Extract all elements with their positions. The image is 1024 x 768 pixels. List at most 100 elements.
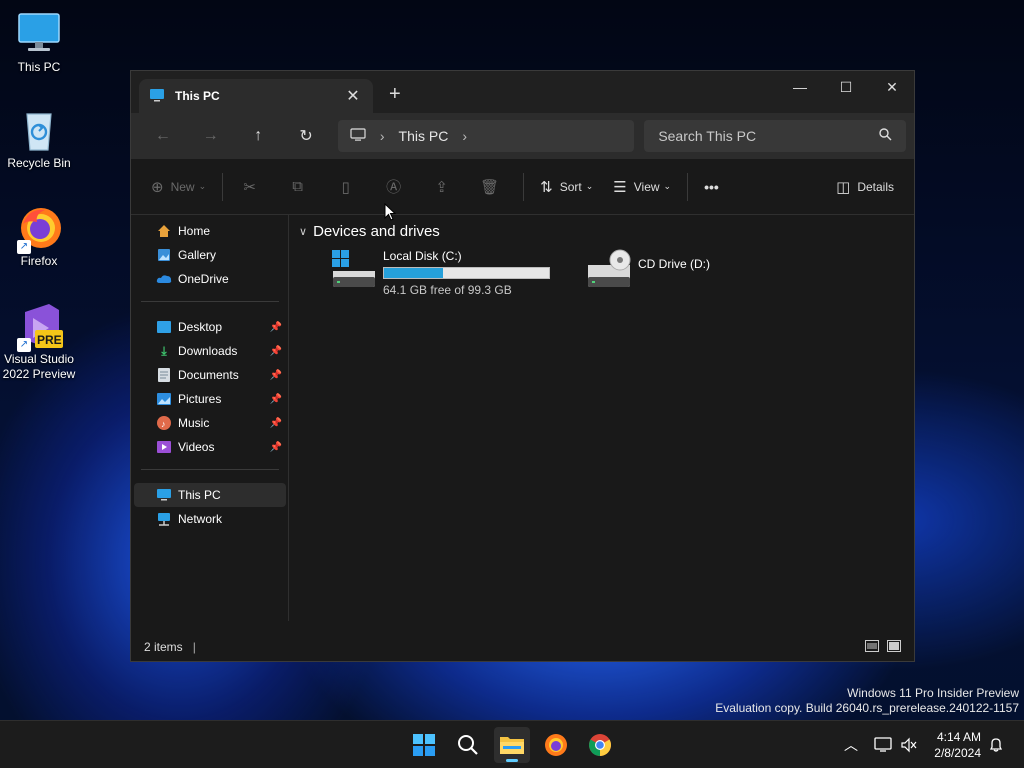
minimize-button[interactable]: — bbox=[777, 71, 823, 103]
windows-logo-icon bbox=[413, 734, 435, 756]
preview-badge: PRE bbox=[37, 333, 62, 347]
sidebar-item-network[interactable]: Network bbox=[134, 507, 286, 531]
clock[interactable]: 4:14 AM 2/8/2024 bbox=[934, 729, 981, 761]
cut-button[interactable]: ✂ bbox=[229, 171, 277, 203]
back-button[interactable]: ← bbox=[139, 120, 187, 152]
desktop-icon-label: Recycle Bin bbox=[7, 156, 71, 170]
drive-item-c[interactable]: Local Disk (C:) 64.1 GB free of 99.3 GB bbox=[331, 249, 550, 297]
desktop-icon-visual-studio[interactable]: PRE ↗ Visual Studio 2022 Preview bbox=[0, 302, 78, 382]
pin-icon[interactable]: 📌 bbox=[270, 418, 282, 429]
pin-icon[interactable]: 📌 bbox=[270, 346, 282, 357]
plus-circle-icon: ⊕ bbox=[151, 178, 164, 196]
chevron-down-icon: ⌄ bbox=[663, 181, 672, 191]
drive-item-d[interactable]: CD Drive (D:) bbox=[586, 249, 710, 289]
pin-icon[interactable]: 📌 bbox=[270, 394, 282, 405]
firefox-icon bbox=[545, 734, 567, 756]
desktop-icon-firefox[interactable]: ↗ Firefox bbox=[0, 204, 78, 269]
sidebar-item-desktop[interactable]: Desktop 📌 bbox=[134, 315, 286, 339]
search-input[interactable]: Search This PC bbox=[644, 120, 906, 152]
tab-close-icon[interactable]: ✕ bbox=[343, 86, 363, 106]
taskbar-firefox[interactable] bbox=[538, 727, 574, 763]
sidebar-item-videos[interactable]: Videos 📌 bbox=[134, 435, 286, 459]
onedrive-icon bbox=[156, 271, 172, 287]
tab-this-pc[interactable]: This PC ✕ bbox=[139, 79, 373, 113]
clock-date: 2/8/2024 bbox=[934, 746, 981, 760]
command-bar: ⊕ New ⌄ ✂ ⧉ ▯ Ⓐ ⇪ 🗑 ⇅ Sort ⌄ ☰ View ⌄ ••… bbox=[131, 159, 914, 215]
rename-icon: Ⓐ bbox=[386, 179, 402, 196]
network-tray-icon[interactable] bbox=[874, 721, 892, 768]
clipboard-icon: ▯ bbox=[341, 178, 350, 196]
sidebar-item-gallery[interactable]: Gallery bbox=[134, 243, 286, 267]
chevron-up-icon: ︿ bbox=[844, 737, 858, 753]
pin-icon[interactable]: 📌 bbox=[270, 442, 282, 453]
tiles-view-icon[interactable] bbox=[887, 639, 901, 655]
watermark-line1: Windows 11 Pro Insider Preview bbox=[847, 686, 1019, 700]
divider bbox=[141, 301, 279, 302]
desktop-folder-icon bbox=[156, 319, 172, 335]
maximize-button[interactable]: ☐ bbox=[823, 71, 869, 103]
chevron-down-icon: ⌄ bbox=[585, 181, 594, 191]
item-count: 2 items bbox=[144, 640, 183, 654]
close-button[interactable]: ✕ bbox=[869, 71, 915, 103]
sidebar-item-music[interactable]: ♪ Music 📌 bbox=[134, 411, 286, 435]
copy-button[interactable]: ⧉ bbox=[277, 171, 325, 203]
forward-button[interactable]: → bbox=[187, 120, 235, 152]
bell-icon bbox=[989, 738, 1003, 752]
volume-muted-icon[interactable] bbox=[900, 721, 918, 768]
sidebar-item-documents[interactable]: Documents 📌 bbox=[134, 363, 286, 387]
sidebar-item-this-pc[interactable]: This PC bbox=[134, 483, 286, 507]
watermark-line2: Evaluation copy. Build 26040.rs_prerelea… bbox=[715, 701, 1019, 715]
new-button[interactable]: ⊕ New ⌄ bbox=[141, 171, 216, 203]
chevron-down-icon: ∨ bbox=[299, 226, 308, 238]
show-hidden-icons-button[interactable]: ︿ bbox=[844, 721, 858, 768]
taskbar-file-explorer[interactable] bbox=[494, 727, 530, 763]
refresh-button[interactable]: ↻ bbox=[282, 120, 330, 152]
more-options-button[interactable]: ••• bbox=[694, 171, 729, 203]
copy-icon: ⧉ bbox=[292, 178, 303, 195]
sidebar-item-home[interactable]: Home bbox=[134, 219, 286, 243]
view-button[interactable]: ☰ View ⌄ bbox=[603, 171, 681, 203]
address-bar[interactable]: › This PC › bbox=[337, 120, 635, 152]
desktop-icon-recycle-bin[interactable]: Recycle Bin bbox=[0, 106, 78, 171]
shortcut-arrow-icon: ↗ bbox=[17, 338, 31, 352]
desktop-icon-label: This PC bbox=[17, 60, 61, 74]
sort-button[interactable]: ⇅ Sort ⌄ bbox=[530, 171, 603, 203]
cd-drive-icon bbox=[586, 249, 632, 289]
tab-title: This PC bbox=[175, 89, 220, 103]
sort-label: Sort bbox=[559, 179, 582, 194]
breadcrumb-this-pc[interactable]: This PC bbox=[399, 128, 449, 144]
sidebar-item-label: Downloads bbox=[178, 344, 238, 358]
breadcrumb-chevron-icon[interactable]: › bbox=[380, 128, 385, 144]
search-button[interactable] bbox=[450, 727, 486, 763]
desktop-icon-this-pc[interactable]: This PC bbox=[0, 10, 78, 75]
taskbar-chrome[interactable] bbox=[582, 727, 618, 763]
sidebar-item-label: Home bbox=[178, 224, 211, 238]
share-button[interactable]: ⇪ bbox=[421, 171, 469, 203]
paste-button[interactable]: ▯ bbox=[325, 171, 373, 203]
drive-usage-bar bbox=[383, 267, 550, 279]
trash-icon: 🗑 bbox=[480, 178, 500, 196]
divider bbox=[687, 172, 689, 201]
details-view-icon[interactable] bbox=[865, 639, 879, 655]
monitor-icon bbox=[350, 127, 366, 145]
pin-icon[interactable]: 📌 bbox=[270, 322, 282, 333]
sidebar-item-downloads[interactable]: ⤓ Downloads 📌 bbox=[134, 339, 286, 363]
sidebar-item-label: OneDrive bbox=[178, 272, 229, 286]
sidebar-item-onedrive[interactable]: OneDrive bbox=[134, 267, 286, 291]
svg-text:♪: ♪ bbox=[161, 419, 166, 429]
delete-button[interactable]: 🗑 bbox=[469, 171, 517, 203]
new-tab-button[interactable]: + bbox=[389, 83, 401, 106]
details-button[interactable]: ◫ Details bbox=[826, 171, 904, 203]
notifications-button[interactable] bbox=[988, 721, 1004, 768]
pin-icon[interactable]: 📌 bbox=[270, 370, 282, 381]
up-button[interactable]: ↑ bbox=[234, 120, 282, 152]
sidebar-item-label: Documents bbox=[178, 368, 239, 382]
sidebar-item-pictures[interactable]: Pictures 📌 bbox=[134, 387, 286, 411]
start-button[interactable] bbox=[406, 727, 442, 763]
content-area: Home Gallery OneDrive Desktop 📌 ⤓ Downlo… bbox=[131, 215, 914, 661]
divider bbox=[141, 469, 279, 470]
group-header-devices[interactable]: ∨ Devices and drives bbox=[299, 223, 440, 240]
rename-button[interactable]: Ⓐ bbox=[373, 171, 421, 203]
drive-usage-fill bbox=[384, 268, 443, 278]
breadcrumb-chevron-icon[interactable]: › bbox=[462, 128, 467, 144]
